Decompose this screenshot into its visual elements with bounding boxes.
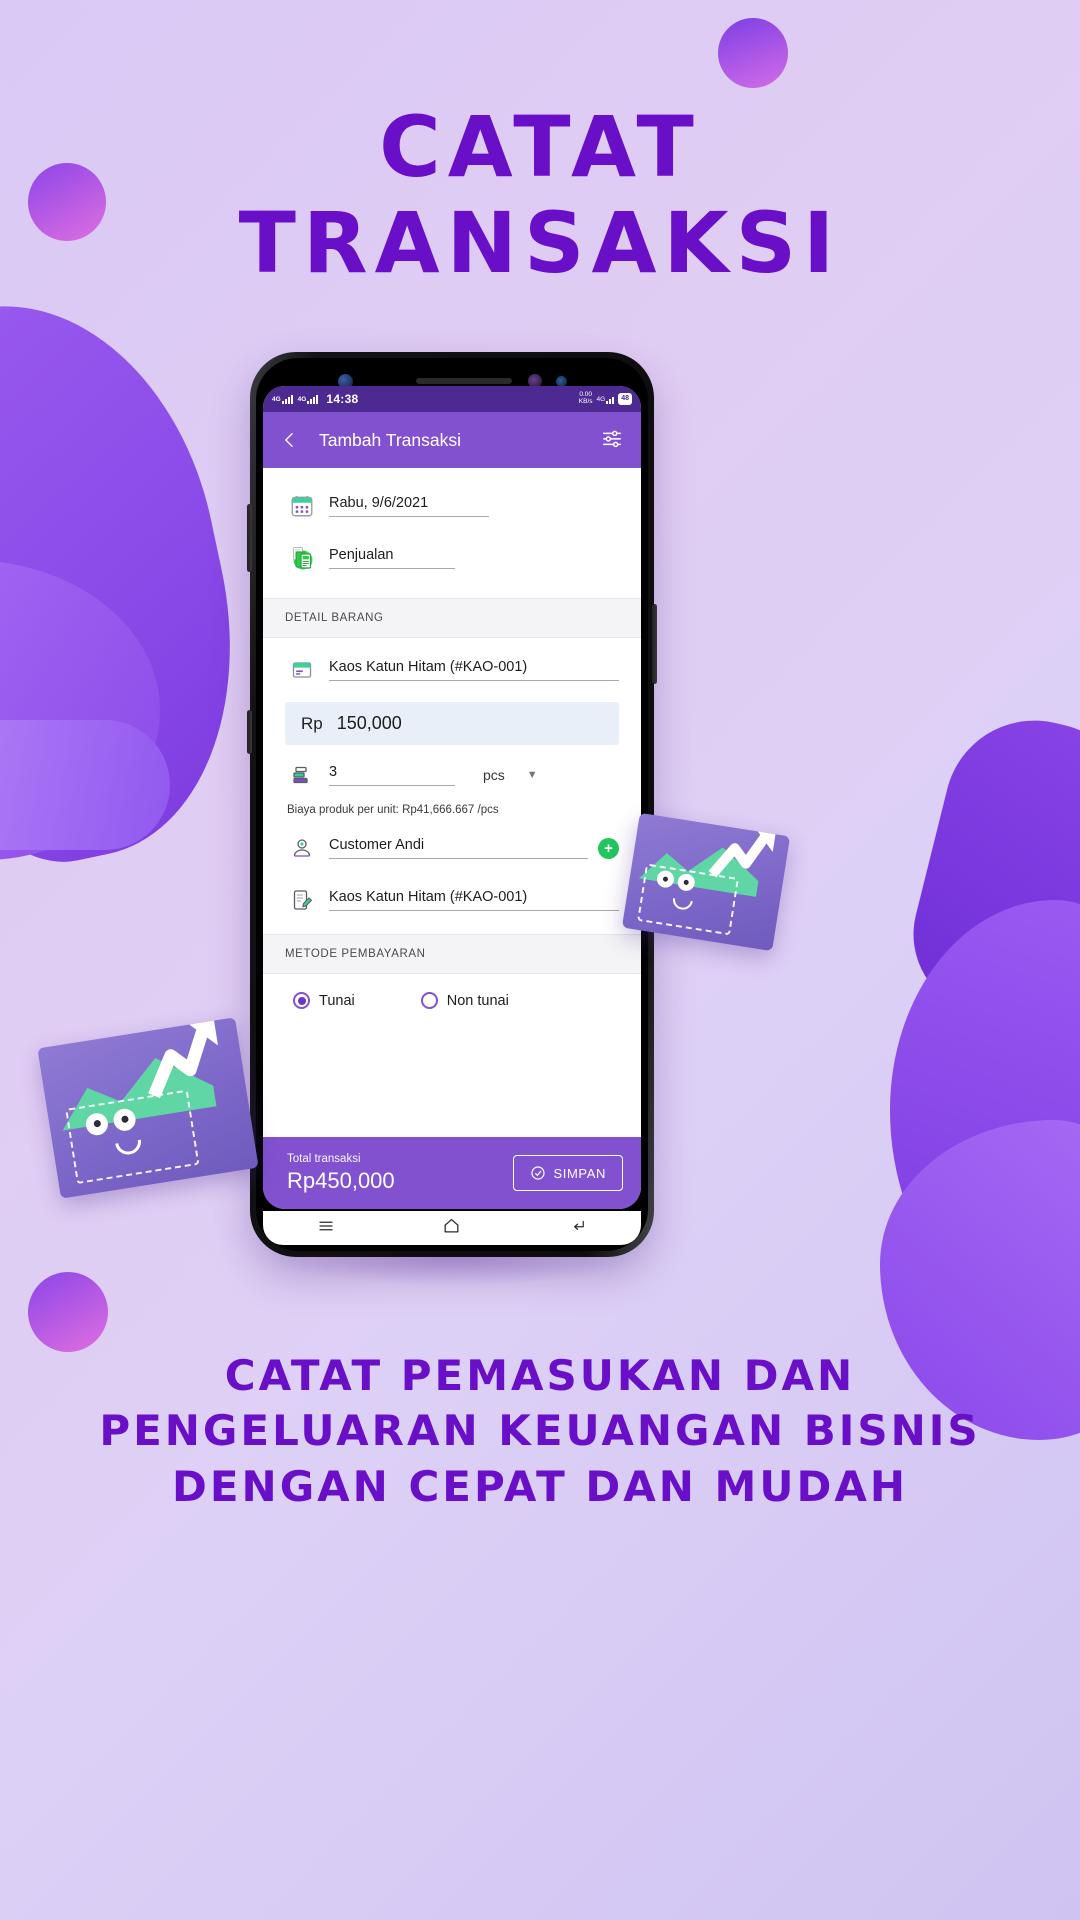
customer-row[interactable]: Customer Andi + (263, 822, 641, 874)
customer-icon (285, 831, 319, 865)
stack-icon (285, 758, 319, 792)
menu-icon[interactable] (317, 1217, 335, 1240)
wallet-mascot-large (37, 1017, 259, 1199)
total-label: Total transaksi (287, 1152, 361, 1165)
transaction-header-section: Rabu, 9/6/2021 Penjualan (263, 468, 641, 598)
payment-option-non-tunai[interactable]: Non tunai (420, 992, 509, 1009)
headline-line-2: TRANSAKSI (238, 193, 842, 292)
back-arrow-icon[interactable] (569, 1217, 587, 1240)
payment-method-row: Tunai Non tunai (263, 974, 641, 1027)
total-amount: Rp450,000 (287, 1167, 395, 1193)
check-circle-icon (530, 1165, 546, 1181)
description-field[interactable]: Kaos Katun Hitam (#KAO-001) (329, 889, 619, 911)
total-bar: Total transaksi Rp450,000 SIMPAN (263, 1137, 641, 1209)
price-currency-label: Rp (301, 713, 323, 733)
tune-sliders-icon[interactable] (601, 427, 627, 453)
radio-selected-icon[interactable] (293, 992, 310, 1009)
headline-line-1: CATAT (379, 98, 701, 196)
quantity-field[interactable]: 3 (329, 764, 455, 786)
total-amount-group: Total transaksi Rp450,000 (287, 1153, 395, 1194)
note-edit-icon (285, 883, 319, 917)
phone-volume-button (247, 504, 252, 572)
customer-field[interactable]: Customer Andi (329, 837, 588, 859)
chevron-down-icon[interactable]: ▼ (527, 769, 538, 781)
decor-circle-top-right (718, 18, 788, 88)
caption-line-3: DENGAN CEPAT DAN MUDAH (172, 1461, 908, 1511)
wallet-mascot-small (621, 812, 791, 952)
invoice-icon (285, 541, 319, 575)
phone-mockup: 4G 4G 14:38 0.00 KB/s 4G 48 Tambah Trans… (247, 352, 657, 1257)
chevron-left-icon[interactable] (277, 427, 303, 453)
battery-indicator: 48 (618, 393, 632, 405)
poster-headline: CATAT TRANSAKSI (0, 98, 1080, 292)
app-bar: Tambah Transaksi (263, 412, 641, 468)
description-row[interactable]: Kaos Katun Hitam (#KAO-001) (263, 874, 641, 926)
status-bar-time: 14:38 (326, 392, 359, 406)
price-value[interactable]: 150,000 (337, 713, 402, 734)
phone-screen: 4G 4G 14:38 0.00 KB/s 4G 48 Tambah Trans… (263, 386, 641, 1209)
status-bar: 4G 4G 14:38 0.00 KB/s 4G 48 (263, 386, 641, 412)
phone-power-button (652, 604, 657, 684)
section-header-payment-method: METODE PEMBAYARAN (263, 934, 641, 974)
poster-caption: CATAT PEMASUKAN DAN PENGELUARAN KEUANGAN… (0, 1348, 1080, 1514)
unit-cost-note: Biaya produk per unit: Rp41,666.667 /pcs (287, 804, 499, 816)
save-button-label: SIMPAN (553, 1165, 606, 1181)
item-name-row[interactable]: Kaos Katun Hitam (#KAO-001) (263, 644, 641, 696)
quantity-row[interactable]: 3 pcs ▼ (263, 749, 641, 801)
android-nav-bar (263, 1211, 641, 1245)
home-icon[interactable] (442, 1216, 461, 1240)
earpiece-speaker (416, 378, 512, 384)
payment-option-tunai-label: Tunai (319, 992, 355, 1009)
box-icon (285, 653, 319, 687)
price-input[interactable]: Rp 150,000 (285, 702, 619, 745)
section-header-item-detail: DETAIL BARANG (263, 598, 641, 638)
page-title: Tambah Transaksi (319, 429, 462, 450)
caption-line-2: PENGELUARAN KEUANGAN BISNIS (99, 1406, 981, 1456)
item-name-field[interactable]: Kaos Katun Hitam (#KAO-001) (329, 659, 619, 681)
background-shape-left-3 (0, 720, 170, 850)
network-right-icon: 4G (597, 395, 615, 404)
date-row[interactable]: Rabu, 9/6/2021 (263, 480, 641, 532)
category-row[interactable]: Penjualan (263, 532, 641, 584)
save-button[interactable]: SIMPAN (512, 1155, 623, 1191)
data-rate-indicator: 0.00 KB/s (578, 391, 593, 405)
item-detail-section: Kaos Katun Hitam (#KAO-001) Rp 150,000 3… (263, 638, 641, 934)
network-type-2-icon: 4G (298, 394, 319, 404)
decor-circle-bottom-left (28, 1272, 108, 1352)
phone-assistant-button (247, 710, 252, 754)
payment-option-tunai[interactable]: Tunai (293, 992, 355, 1009)
quantity-unit-label[interactable]: pcs (483, 767, 505, 783)
payment-option-non-tunai-label: Non tunai (446, 992, 509, 1009)
plus-icon[interactable]: + (598, 837, 619, 859)
date-field[interactable]: Rabu, 9/6/2021 (329, 495, 489, 517)
caption-line-1: CATAT PEMASUKAN DAN (224, 1351, 856, 1400)
category-field[interactable]: Penjualan (329, 547, 455, 569)
network-type-1-icon: 4G (272, 394, 293, 404)
radio-unselected-icon[interactable] (420, 992, 438, 1009)
calendar-icon (285, 489, 319, 523)
